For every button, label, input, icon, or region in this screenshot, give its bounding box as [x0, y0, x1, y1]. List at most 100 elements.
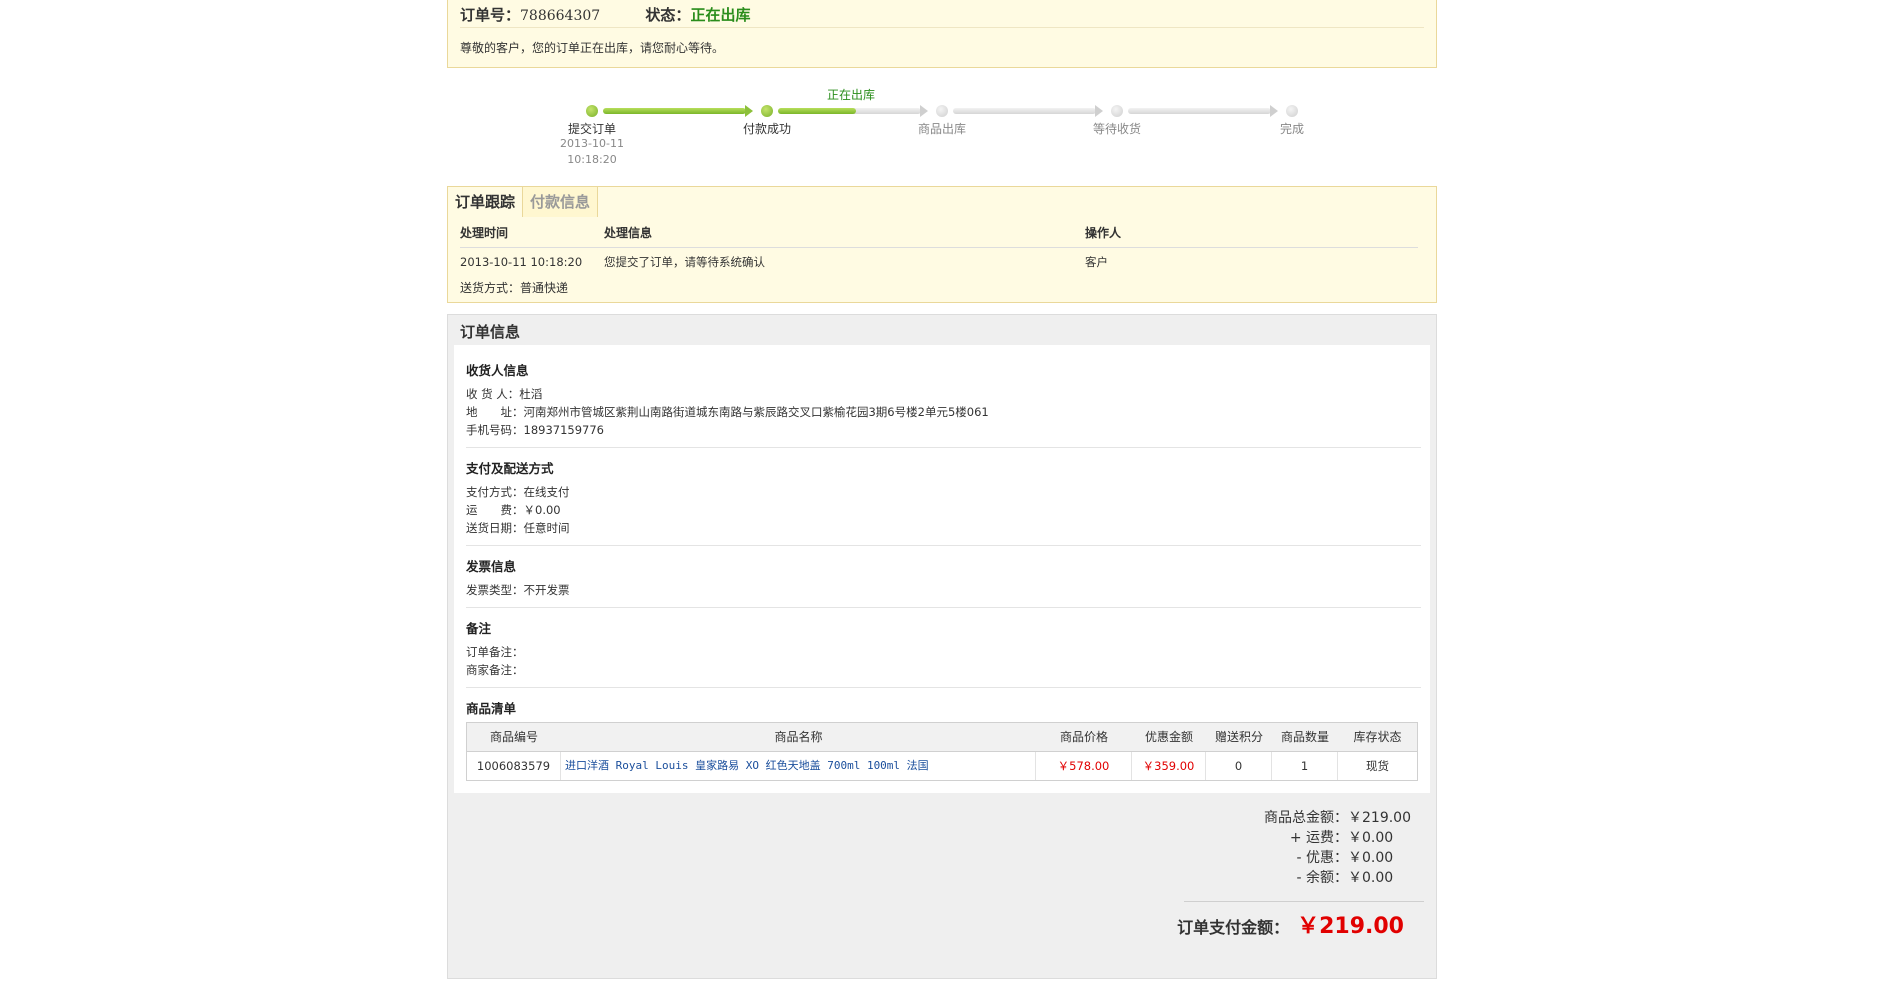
invoice-type: 发票类型：不开发票: [466, 583, 570, 597]
section-divider: [466, 607, 1421, 608]
status-label: 状态：: [645, 6, 691, 24]
summary-label: - 优惠：: [1296, 850, 1348, 866]
summary-label: 商品总金额：: [1264, 810, 1348, 826]
header-stock: 库存状态: [1353, 730, 1402, 744]
order-number: 788664307: [520, 8, 601, 24]
summary-label: + 运费：: [1289, 830, 1348, 846]
order-summary: 商品总金额：￥219.00 + 运费：￥0.00 - 优惠：￥0.00 - 余额…: [1264, 808, 1411, 888]
header-name: 商品名称: [774, 730, 823, 744]
row-info: 您提交了订单，请等待系统确认: [604, 255, 765, 269]
step-label-paid: 付款成功: [742, 122, 791, 136]
invoice-section: 发票信息 发票类型：不开发票: [466, 556, 1421, 599]
arrow-right-icon: [1270, 105, 1278, 117]
tracking-table-header: 处理时间 处理信息 操作人: [460, 219, 1418, 248]
consignee-section: 收货人信息 收 货 人：杜滔 地 址：河南郑州市管城区紫荆山南路街道城东南路与紫…: [466, 360, 1421, 439]
step-dot-submit: [586, 105, 598, 117]
summary-goods-total: 商品总金额：￥219.00: [1264, 808, 1411, 828]
step-bar-1: [603, 108, 746, 114]
remark-title: 备注: [466, 621, 492, 636]
goods-title: 商品清单: [466, 701, 517, 716]
step-dot-outbound: [936, 105, 948, 117]
status-message: 尊敬的客户，您的订单正在出库，请您耐心等待。: [460, 41, 725, 55]
step-bar-3: [953, 108, 1096, 114]
section-divider: [466, 687, 1421, 688]
order-info-content: 收货人信息 收 货 人：杜滔 地 址：河南郑州市管城区紫荆山南路街道城东南路与紫…: [454, 345, 1430, 793]
step-bar-2-fill: [778, 108, 856, 114]
step-label-done: 完成: [1279, 122, 1304, 136]
pay-total-label: 订单支付金额：: [1177, 918, 1290, 937]
header-discount: 优惠金额: [1144, 730, 1193, 744]
consignee-name: 收 货 人：杜滔: [466, 387, 543, 401]
order-info-box: 订单信息 收货人信息 收 货 人：杜滔 地 址：河南郑州市管城区紫荆山南路街道城…: [447, 314, 1437, 979]
step-dot-paid: [761, 105, 773, 117]
goods-table: 商品编号 商品名称 商品价格 优惠金额 赠送积分 商品数量 库存状态 10060…: [466, 722, 1418, 781]
header-sku: 商品编号: [489, 730, 538, 744]
goods-stock: 现货: [1366, 759, 1389, 773]
summary-value: ￥0.00: [1348, 850, 1394, 866]
step-label-await: 等待收货: [1092, 122, 1141, 136]
tracking-table: 处理时间 处理信息 操作人 2013-10-11 10:18:20 您提交了订单…: [460, 219, 1418, 276]
header-qty: 商品数量: [1280, 730, 1329, 744]
header-price: 商品价格: [1059, 730, 1108, 744]
summary-value: ￥0.00: [1348, 870, 1394, 886]
goods-name-link[interactable]: 进口洋酒 Royal Louis 皇家路易 XO 红色天地盖 700ml 100…: [561, 752, 1036, 780]
goods-price: ￥578.00: [1036, 752, 1132, 780]
goods-section: 商品清单: [466, 698, 1421, 723]
section-divider: [466, 447, 1421, 448]
goods-qty: 1: [1272, 752, 1338, 780]
step-time: 10:18:20: [567, 153, 617, 166]
merchant-remark: 商家备注：: [466, 663, 524, 677]
status-value: 正在出库: [690, 6, 751, 24]
order-info-title: 订单信息: [460, 323, 521, 341]
order-tracking-box: 订单跟踪 付款信息 处理时间 处理信息 操作人 2013-10-11 10:18…: [447, 186, 1437, 303]
invoice-title: 发票信息: [466, 559, 517, 574]
row-operator: 客户: [1085, 255, 1108, 269]
order-pay-total: 订单支付金额： ￥219.00: [1177, 907, 1404, 947]
summary-value: ￥0.00: [1348, 830, 1394, 846]
consignee-title: 收货人信息: [466, 363, 529, 378]
header-operator: 操作人: [1085, 226, 1122, 240]
summary-value: ￥219.00: [1348, 810, 1411, 826]
step-label-submit: 提交订单: [567, 122, 616, 136]
shipping-fee: 运 费：￥0.00: [466, 503, 561, 517]
goods-points: 0: [1206, 752, 1272, 780]
order-status-line: 订单号：788664307 状态：正在出库: [460, 3, 1424, 28]
arrow-right-icon: [920, 105, 928, 117]
summary-label: - 余额：: [1296, 870, 1348, 886]
goods-sku: 1006083579: [467, 752, 561, 780]
summary-divider: [1184, 901, 1424, 902]
row-time: 2013-10-11 10:18:20: [460, 255, 583, 269]
section-divider: [466, 545, 1421, 546]
current-step-label: 正在出库: [826, 88, 875, 102]
goods-discount: ￥359.00: [1132, 752, 1206, 780]
step-bar-4: [1128, 108, 1271, 114]
order-number-label: 订单号：: [460, 6, 521, 24]
consignee-phone: 手机号码：18937159776: [466, 423, 604, 437]
order-progress: 正在出库 提交订单 2013-10-11 10:18:20 付款成功 商品出库 …: [447, 84, 1439, 174]
payment-method: 支付方式：在线支付: [466, 485, 570, 499]
remark-section: 备注 订单备注： 商家备注：: [466, 618, 1421, 679]
arrow-right-icon: [1095, 105, 1103, 117]
step-dot-await: [1111, 105, 1123, 117]
summary-balance: - 余额：￥0.00: [1264, 868, 1404, 888]
tab-order-tracking[interactable]: 订单跟踪: [448, 187, 524, 217]
summary-discount: - 优惠：￥0.00: [1264, 848, 1404, 868]
header-info: 处理信息: [604, 226, 653, 240]
table-row: 1006083579 进口洋酒 Royal Louis 皇家路易 XO 红色天地…: [467, 752, 1417, 780]
tracking-tabs: 订单跟踪 付款信息: [448, 187, 599, 217]
consignee-address: 地 址：河南郑州市管城区紫荆山南路街道城东南路与紫辰路交叉口紫榆花园3期6号楼2…: [466, 405, 989, 419]
header-time: 处理时间: [460, 226, 509, 240]
order-status-box: 订单号：788664307 状态：正在出库 尊敬的客户，您的订单正在出库，请您耐…: [447, 0, 1437, 68]
arrow-right-icon: [745, 105, 753, 117]
step-dot-done: [1286, 105, 1298, 117]
table-row: 2013-10-11 10:18:20 您提交了订单，请等待系统确认 客户: [460, 248, 1418, 276]
order-remark: 订单备注：: [466, 645, 524, 659]
summary-shipping: + 运费：￥0.00: [1264, 828, 1404, 848]
payment-title: 支付及配送方式: [466, 461, 554, 476]
payment-section: 支付及配送方式 支付方式：在线支付 运 费：￥0.00 送货日期：任意时间: [466, 458, 1421, 537]
shipping-method: 送货方式：普通快递: [460, 281, 569, 295]
goods-table-header: 商品编号 商品名称 商品价格 优惠金额 赠送积分 商品数量 库存状态: [467, 723, 1417, 752]
step-label-outbound: 商品出库: [917, 122, 966, 136]
delivery-date: 送货日期：任意时间: [466, 521, 570, 535]
tab-payment-info[interactable]: 付款信息: [523, 187, 599, 217]
